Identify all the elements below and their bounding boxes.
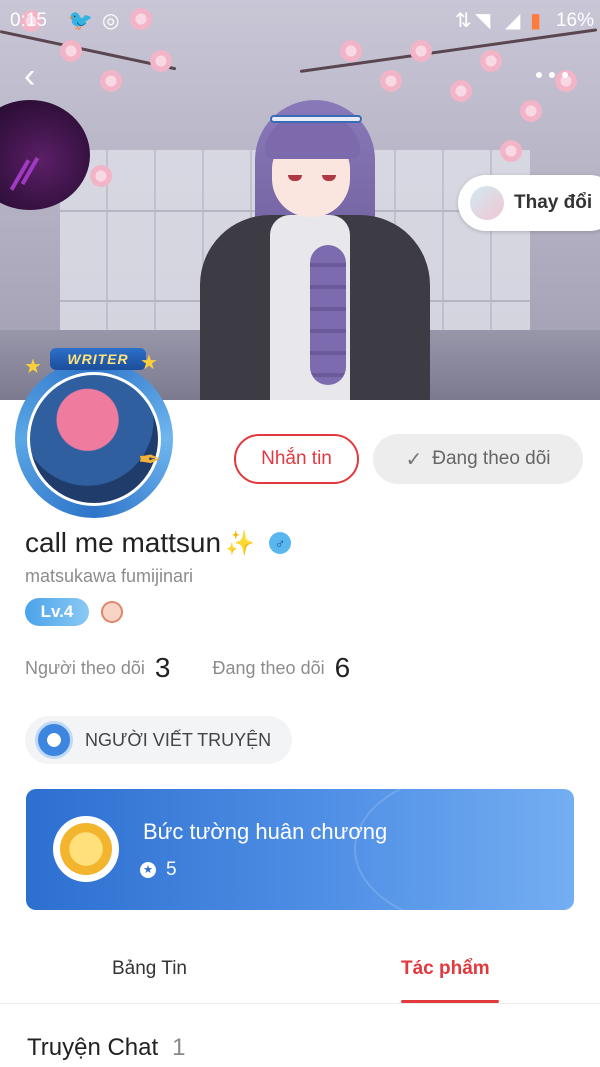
following-button[interactable]: ✓ Đang theo dõi <box>373 434 583 484</box>
pen-icon: ✒ <box>138 444 162 475</box>
change-cover-button[interactable]: Thay đổi <box>458 175 600 231</box>
cover-thumbnail-icon <box>470 186 504 220</box>
cover-character <box>160 95 440 400</box>
medal-icon <box>53 816 119 882</box>
avatar-frame-badge: WRITER <box>50 348 146 370</box>
medal-wall-card[interactable]: Bức tường huân chương ★ 5 <box>26 789 574 910</box>
tab-news-feed[interactable]: Bảng Tin <box>112 958 187 980</box>
medal-wall-title: Bức tường huân chương <box>143 819 388 844</box>
medal-count-value: 5 <box>166 859 177 880</box>
change-cover-label: Thay đổi <box>514 192 593 213</box>
star-circle-icon: ★ <box>140 862 156 878</box>
tab-works[interactable]: Tác phẩm <box>401 958 490 980</box>
role-label: NGƯỜI VIẾT TRUYỆN <box>85 729 272 750</box>
monkey-badge-icon[interactable] <box>101 601 123 623</box>
followers-count[interactable]: 3 <box>155 652 171 684</box>
avatar[interactable]: WRITER ★ ★ ✒ <box>10 348 180 518</box>
battery-percent: 16% <box>555 10 594 31</box>
username: matsukawa fumijinari <box>25 566 194 586</box>
followers-label[interactable]: Người theo dõi <box>25 658 145 679</box>
section-count: 1 <box>172 1034 186 1061</box>
pen-nib-icon <box>35 721 73 759</box>
status-time: 0:15 <box>10 10 47 31</box>
level-badge[interactable]: Lv.4 <box>25 598 89 626</box>
cover-image: 0:15 🐦 ◎ ⇅ ◥ ◢ ▮ 16% ‹ Thay đổi <box>0 0 600 400</box>
section-title: Truyện Chat <box>27 1034 159 1061</box>
star-icon: ★ <box>24 356 42 378</box>
wifi-icon: ◥ <box>475 10 491 32</box>
writer-role-chip[interactable]: NGƯỜI VIẾT TRUYỆN <box>25 716 292 764</box>
more-options-button[interactable] <box>532 62 572 86</box>
profile-tabs: Bảng Tin Tác phẩm <box>0 940 600 1004</box>
medal-count: ★ 5 <box>140 859 177 881</box>
profile-name-row: call me mattsun ✨ ♂ <box>25 524 291 562</box>
signal-icon: ◢ <box>505 10 521 32</box>
back-button[interactable]: ‹ <box>24 58 54 94</box>
following-label[interactable]: Đang theo dõi <box>213 658 325 679</box>
active-tab-indicator <box>401 1000 499 1003</box>
following-count[interactable]: 6 <box>335 652 351 684</box>
display-name: call me mattsun <box>25 527 222 558</box>
check-icon: ✓ <box>405 448 423 471</box>
following-button-label: Đang theo dõi <box>432 448 551 469</box>
message-button[interactable]: Nhắn tin <box>234 434 359 484</box>
status-bar: 0:15 🐦 ◎ ⇅ ◥ ◢ ▮ 16% <box>0 0 600 40</box>
messenger-icon: ◎ <box>102 10 120 32</box>
male-gender-icon: ♂ <box>268 532 291 554</box>
avatar-image <box>27 372 161 506</box>
data-arrows-icon: ⇅ <box>455 10 472 32</box>
chat-stories-section: Truyện Chat 1 <box>27 1034 186 1062</box>
follow-stats: Người theo dõi 3 Đang theo dõi 6 <box>25 650 350 686</box>
star-icon: ★ <box>140 352 158 374</box>
battery-icon: ▮ <box>530 10 542 32</box>
twitter-icon: 🐦 <box>68 10 93 32</box>
sparkle-icon: ✨ <box>225 529 255 557</box>
